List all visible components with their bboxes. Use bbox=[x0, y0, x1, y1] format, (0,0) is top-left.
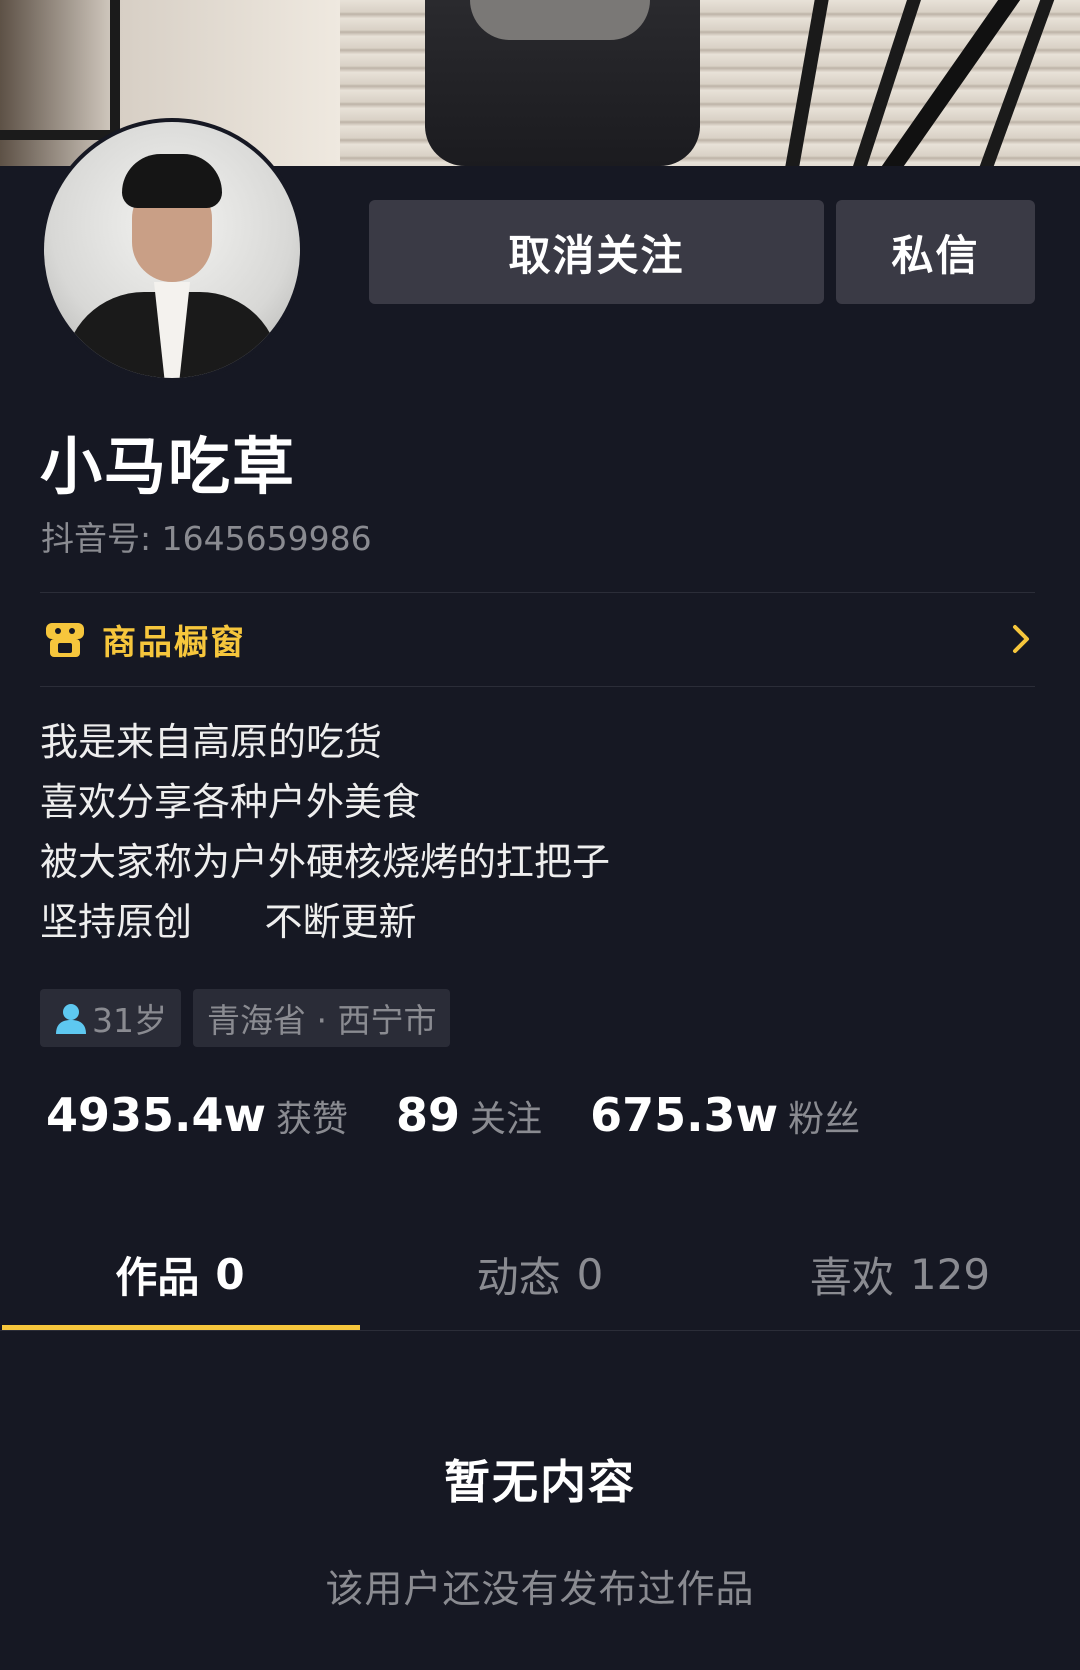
profile-stats: 4935.4w 获赞 89 关注 675.3w 粉丝 bbox=[46, 1088, 908, 1142]
stat-value: 89 bbox=[396, 1088, 461, 1142]
bio-line: 被大家称为户外硬核烧烤的扛把子 bbox=[40, 840, 611, 884]
stat-label: 关注 bbox=[470, 1099, 543, 1140]
location-label: 青海省 · 西宁市 bbox=[207, 1001, 437, 1040]
stat-value: 4935.4w bbox=[46, 1088, 267, 1142]
douyin-id: 抖音号: 1645659986 bbox=[41, 519, 372, 558]
message-button[interactable]: 私信 bbox=[836, 200, 1035, 304]
shop-window-label: 商品橱窗 bbox=[102, 623, 246, 663]
stat-following[interactable]: 89 关注 bbox=[396, 1088, 542, 1142]
stat-label: 获赞 bbox=[276, 1099, 349, 1140]
chevron-right-icon bbox=[1007, 619, 1035, 659]
empty-state-subtitle: 该用户还没有发布过作品 bbox=[325, 1567, 755, 1611]
divider bbox=[40, 686, 1035, 687]
age-label: 31岁 bbox=[92, 1001, 167, 1040]
stat-followers[interactable]: 675.3w 粉丝 bbox=[590, 1088, 860, 1142]
cover-railing bbox=[785, 0, 829, 166]
profile-tags: 31岁 青海省 · 西宁市 bbox=[40, 989, 451, 1047]
tab-label: 喜欢 bbox=[809, 1252, 894, 1302]
unfollow-button[interactable]: 取消关注 bbox=[369, 200, 824, 304]
content-tabs: 作品 0 动态 0 喜欢 129 bbox=[0, 1220, 1080, 1331]
tab-count: 0 bbox=[576, 1249, 604, 1299]
tab-label: 动态 bbox=[476, 1252, 561, 1302]
bio: 我是来自高原的吃货 喜欢分享各种户外美食 被大家称为户外硬核烧烤的扛把子 坚持原… bbox=[40, 712, 610, 952]
bio-line: 我是来自高原的吃货 bbox=[40, 720, 383, 764]
tab-works[interactable]: 作品 0 bbox=[0, 1220, 360, 1330]
shop-icon bbox=[44, 619, 86, 661]
person-icon bbox=[54, 1001, 88, 1035]
age-tag: 31岁 bbox=[40, 989, 181, 1047]
tab-count: 129 bbox=[909, 1249, 991, 1299]
stat-label: 粉丝 bbox=[788, 1099, 861, 1140]
cover-gate bbox=[0, 0, 120, 140]
bio-line: 坚持原创 不断更新 bbox=[40, 900, 417, 944]
cover-shirt bbox=[470, 0, 650, 40]
shop-window-row[interactable]: 商品橱窗 bbox=[40, 593, 1035, 686]
tab-moments[interactable]: 动态 0 bbox=[360, 1220, 720, 1328]
bio-line: 喜欢分享各种户外美食 bbox=[40, 780, 421, 824]
stat-likes[interactable]: 4935.4w 获赞 bbox=[46, 1088, 348, 1142]
tab-label: 作品 bbox=[115, 1252, 200, 1302]
tab-count: 0 bbox=[215, 1249, 245, 1299]
location-tag: 青海省 · 西宁市 bbox=[193, 989, 451, 1047]
empty-state-title: 暂无内容 bbox=[444, 1455, 636, 1509]
stat-value: 675.3w bbox=[590, 1088, 779, 1142]
nickname: 小马吃草 bbox=[40, 430, 297, 503]
avatar[interactable] bbox=[40, 118, 304, 382]
avatar-hair bbox=[122, 154, 222, 208]
tab-likes[interactable]: 喜欢 129 bbox=[720, 1220, 1080, 1328]
profile-page: 取消关注 私信 小马吃草 抖音号: 1645659986 商品橱窗 我是来自高原… bbox=[0, 0, 1080, 1670]
